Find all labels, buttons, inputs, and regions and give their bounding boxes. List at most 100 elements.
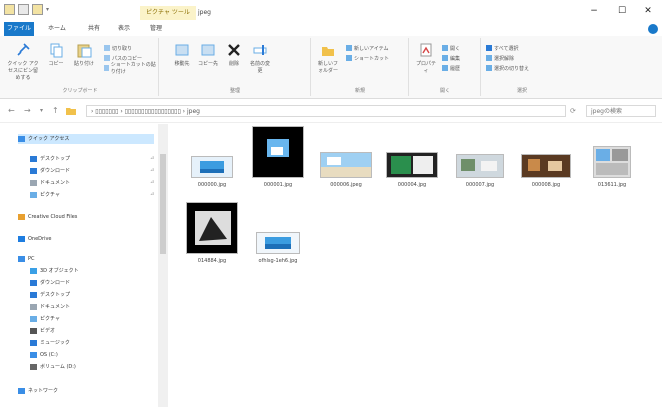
pin-icon: ⊿ [150,191,155,197]
copy-to-button[interactable]: コピー先 [196,42,220,67]
sidebar-item[interactable]: ミュージック [30,338,150,348]
file-item[interactable]: 000008.jpg [516,124,576,206]
easy-access-label: ショートカット [354,55,390,62]
paste-button[interactable]: 貼り付け [72,42,96,67]
sidebar-item-label: ミュージック [40,340,70,346]
open-button[interactable]: 開く [442,44,460,52]
folder-icon [30,340,37,346]
group-label-select: 選択 [516,88,527,94]
file-item[interactable]: 000007.jpg [450,124,510,206]
sidebar-item[interactable]: ピクチャ [30,314,150,324]
minimize-button[interactable]: − [580,2,608,20]
select-all-button[interactable]: すべて選択 [486,44,518,52]
new-folder-button[interactable]: 新しいフォルダー [316,42,340,74]
sidebar-item-label: 3D オブジェクト [40,268,79,274]
folder-icon [30,280,37,286]
folder-icon [30,168,37,174]
copy-path-icon [104,55,110,61]
file-list: 000000.jpg 000001.jpg 000006.jpeg 000004.jp… [170,124,662,407]
properties-icon[interactable] [18,4,29,15]
sidebar-item[interactable]: 3D オブジェクト [30,266,150,276]
sidebar-item[interactable]: ピクチャ [30,190,150,200]
tab-view[interactable]: 表示 [118,22,130,36]
sidebar-item[interactable]: OneDrive [18,234,138,244]
sidebar-item[interactable]: Creative Cloud Files [18,212,138,222]
file-item[interactable]: 000004.jpg [382,124,442,206]
tab-file[interactable]: ファイル [4,22,34,36]
sidebar-item-label: ドキュメント [40,304,71,310]
close-button[interactable]: ✕ [634,2,662,20]
nav-scrollbar-thumb[interactable] [160,154,166,254]
ribbon-group-organize: 移動先 コピー先 削除 名前の変更 整理 [160,38,311,96]
back-arrow-icon[interactable]: ← [8,106,15,115]
history-button[interactable]: 履歴 [442,64,460,72]
pin-quick-access-label: クイック アクセスにピン留めする [7,61,39,81]
tab-home[interactable]: ホーム [48,22,66,36]
ribbon-group-open: プロパティ 開く 編集 履歴 開く [410,38,481,96]
sidebar-item[interactable]: OS (C:) [30,350,150,360]
paste-label: 貼り付け [73,61,94,67]
sidebar-item[interactable]: PC [18,254,138,264]
search-input[interactable]: jpegの検索 [586,105,656,117]
sidebar-item[interactable]: ボリューム (D:) [30,362,150,372]
file-name: 013611.jpg [597,182,627,188]
pin-icon: ⊿ [150,179,155,185]
nav-scrollbar[interactable] [158,124,168,407]
folder-icon [30,328,37,334]
sidebar-item[interactable]: ビデオ [30,326,150,336]
delete-icon [226,42,242,58]
thumbnail-image [252,126,304,178]
folder-icon [18,136,25,142]
tab-manage[interactable]: 管理 [150,22,162,36]
easy-access-icon [346,55,352,61]
invert-selection-button[interactable]: 選択の切り替え [486,64,529,72]
context-tab-picture-tools[interactable]: ピクチャ ツール [140,6,196,20]
sidebar-item[interactable]: ドキュメント [30,302,150,312]
edit-icon [442,55,448,61]
sidebar-item-label: ドキュメント [40,180,71,186]
edit-button[interactable]: 編集 [442,54,460,62]
new-item-button[interactable]: 新しいアイテム [346,44,389,52]
address-input[interactable]: › ▯▯▯▯▯▯▯ › ▯▯▯▯▯▯▯▯▯▯▯▯▯▯▯▯▯ › jpeg [86,105,566,117]
forward-arrow-icon[interactable]: → [24,106,31,115]
cut-button[interactable]: 切り取り [104,44,132,52]
help-icon[interactable] [648,24,658,34]
sidebar-item[interactable]: デスクトップ [30,154,150,164]
easy-access-button[interactable]: ショートカット [346,54,389,62]
paste-shortcut-button[interactable]: ショートカットの貼り付け [104,62,158,75]
thumbnail-image [186,128,238,178]
copy-button[interactable]: コピー [44,42,68,67]
file-item[interactable]: 000001.jpg [248,124,308,206]
open-icon [442,45,448,51]
sidebar-item[interactable]: ダウンロード [30,166,150,176]
new-folder-icon[interactable] [32,4,43,15]
recent-chevron-icon[interactable]: ▾ [40,107,43,114]
sidebar-item[interactable]: ダウンロード [30,278,150,288]
refresh-icon[interactable]: ⟳ [570,107,576,115]
folder-icon [30,268,37,274]
sidebar-item[interactable]: ドキュメント [30,178,150,188]
delete-button[interactable]: 削除 [222,42,246,67]
properties-button[interactable]: プロパティ [414,42,438,74]
rename-button[interactable]: 名前の変更 [248,42,272,74]
maximize-button[interactable]: ☐ [608,2,636,20]
file-item[interactable]: 014884.jpg [182,200,242,282]
select-none-button[interactable]: 選択解除 [486,54,514,62]
qat-chevron-icon[interactable]: ▾ [46,6,49,13]
sidebar-item[interactable]: デスクトップ [30,290,150,300]
sidebar-item-label: PC [28,256,35,262]
file-item[interactable]: 000000.jpg [182,124,242,206]
sidebar-item[interactable]: クイック アクセス [18,134,154,144]
tab-share[interactable]: 共有 [88,22,100,36]
move-to-button[interactable]: 移動先 [170,42,194,67]
new-item-icon [346,45,352,51]
pin-quick-access-button[interactable]: クイック アクセスにピン留めする [6,42,40,81]
pin-icon [15,42,31,58]
file-item[interactable]: 013611.jpg [582,124,642,206]
up-arrow-icon[interactable]: ↑ [52,106,59,115]
file-item[interactable]: ofhlsg-1eh6.jpg [248,200,308,282]
file-item[interactable]: 000006.jpeg [316,124,376,206]
folder-icon[interactable] [4,4,15,15]
sidebar-item[interactable]: ネットワーク [18,386,138,396]
select-none-label: 選択解除 [494,55,515,62]
